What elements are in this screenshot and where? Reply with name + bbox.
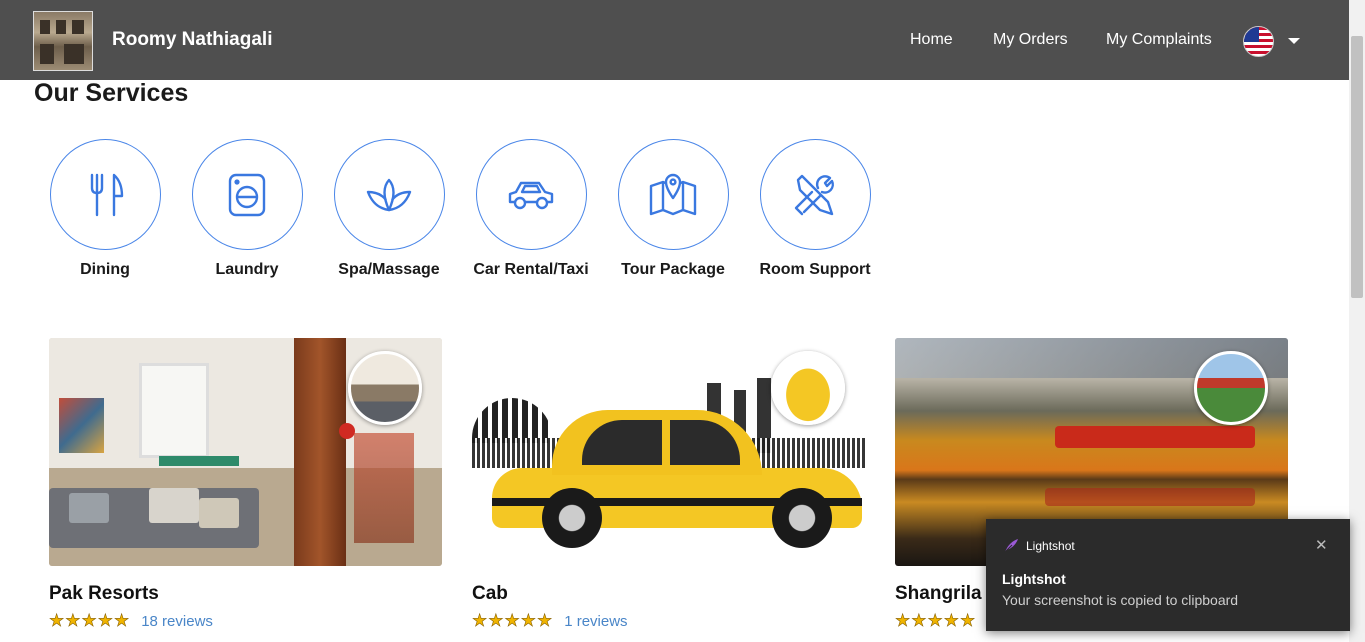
lightshot-feather-icon xyxy=(1004,539,1018,553)
listing-title[interactable]: Pak Resorts xyxy=(49,583,442,605)
service-label: Room Support xyxy=(759,261,871,278)
brand-name[interactable]: Roomy Nathiagali xyxy=(112,29,272,51)
service-tour-package[interactable]: Tour Package xyxy=(603,139,743,279)
service-spa-massage[interactable]: Spa/Massage xyxy=(319,139,459,279)
service-label: Tour Package xyxy=(621,261,725,278)
nav-my-orders-link[interactable]: My Orders xyxy=(993,31,1068,49)
washing-machine-icon xyxy=(228,173,266,216)
nav-home-link[interactable]: Home xyxy=(910,31,953,49)
scrollbar-thumb[interactable] xyxy=(1351,36,1363,298)
service-label: Laundry xyxy=(215,261,279,278)
map-pin-icon xyxy=(649,173,697,215)
taxi-photo[interactable] xyxy=(472,338,865,566)
lotus-icon xyxy=(366,178,412,211)
star-rating-icon: ★★★★★ xyxy=(49,611,131,631)
rating-row: ★★★★★ 1 reviews xyxy=(472,611,865,631)
star-rating-icon: ★★★★★ xyxy=(895,611,977,631)
close-icon[interactable]: ✕ xyxy=(1315,536,1328,554)
page-scrollbar[interactable] xyxy=(1349,0,1365,642)
service-car-rental-taxi[interactable]: Car Rental/Taxi xyxy=(461,139,601,279)
listing-thumbnail xyxy=(348,351,422,425)
fork-knife-icon xyxy=(90,173,124,216)
listing-card-cab[interactable]: Cab ★★★★★ 1 reviews xyxy=(472,338,865,631)
listing-thumbnail xyxy=(771,351,845,425)
service-laundry[interactable]: Laundry xyxy=(177,139,317,279)
service-label: Spa/Massage xyxy=(338,261,440,278)
listing-thumbnail xyxy=(1194,351,1268,425)
car-icon xyxy=(508,181,554,209)
services-heading: Our Services xyxy=(34,79,189,107)
toast-message: Your screenshot is copied to clipboard xyxy=(1002,592,1239,608)
lightshot-toast-notification[interactable]: Lightshot ✕ Lightshot Your screenshot is… xyxy=(986,519,1350,631)
nav-my-complaints-link[interactable]: My Complaints xyxy=(1106,31,1212,49)
rating-row: ★★★★★ 18 reviews xyxy=(49,611,442,631)
service-label: Dining xyxy=(80,261,130,278)
toast-title: Lightshot xyxy=(1002,571,1066,587)
toast-app-name: Lightshot xyxy=(1026,539,1075,553)
living-room-photo[interactable] xyxy=(49,338,442,566)
brand-logo[interactable] xyxy=(33,11,93,71)
service-room-support[interactable]: Room Support xyxy=(745,139,885,279)
top-navbar: Roomy Nathiagali Home My Orders My Compl… xyxy=(0,0,1349,80)
reviews-link[interactable]: 1 reviews xyxy=(564,613,627,630)
service-dining[interactable]: Dining xyxy=(35,139,175,279)
listing-card-pak-resorts[interactable]: Pak Resorts ★★★★★ 18 reviews xyxy=(49,338,442,631)
reviews-link[interactable]: 18 reviews xyxy=(141,613,213,630)
star-rating-icon: ★★★★★ xyxy=(472,611,554,631)
service-label: Car Rental/Taxi xyxy=(473,261,589,278)
language-dropdown-caret-icon[interactable] xyxy=(1288,38,1300,44)
us-flag-icon[interactable] xyxy=(1243,26,1274,57)
listing-title[interactable]: Cab xyxy=(472,583,865,605)
tools-icon xyxy=(794,174,834,215)
